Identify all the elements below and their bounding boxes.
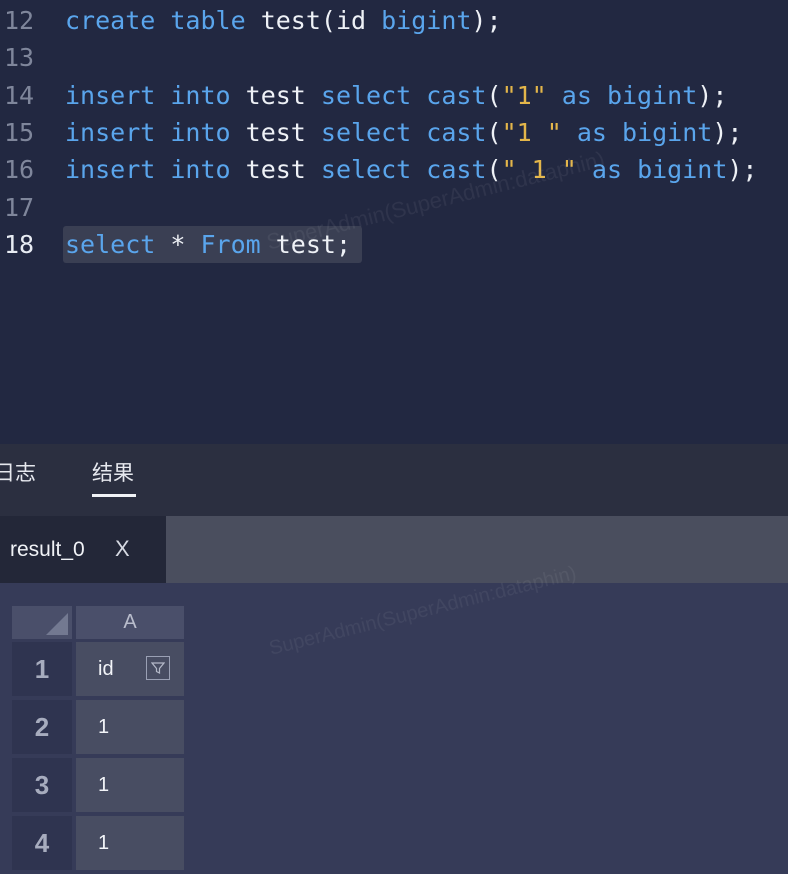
line-number: 13 [4, 43, 35, 73]
identifier-token [547, 81, 562, 110]
keyword-token: table [170, 6, 246, 35]
corner-triangle-icon [46, 613, 68, 635]
line-number: 12 [4, 6, 35, 35]
row-header[interactable]: 4 [12, 816, 72, 870]
identifier-token: ( [486, 80, 502, 110]
output-tab-bar: 日志 结果 [0, 444, 788, 516]
active-tab-indicator [92, 494, 136, 497]
keyword-token: into [170, 117, 231, 147]
keyword-token: insert [65, 80, 156, 110]
keyword-token: select [320, 155, 412, 185]
keyword-token: select [65, 229, 156, 259]
code-text: insert into test select cast("1" as bigi… [65, 77, 727, 114]
line-number: 17 [4, 192, 35, 222]
identifier-token: ); [697, 80, 728, 110]
identifier-token [155, 81, 170, 110]
keyword-token: cast [426, 117, 487, 147]
line-number: 14 [4, 80, 35, 110]
tab-log[interactable]: 日志 [0, 458, 36, 490]
keyword-token: From [200, 229, 261, 259]
identifier-token: ); [471, 6, 502, 35]
line-number: 16 [4, 155, 35, 185]
row-header[interactable]: 3 [12, 758, 72, 812]
close-icon[interactable]: X [115, 536, 130, 562]
row-header[interactable]: 1 [12, 642, 72, 696]
keyword-token: select [320, 80, 412, 110]
keyword-token: select [320, 117, 412, 147]
grid-cell[interactable]: 1 [76, 700, 184, 754]
cell-value: id [98, 658, 114, 680]
row-header[interactable]: 2 [12, 700, 72, 754]
select-all-corner[interactable] [12, 606, 72, 639]
identifier-token: test(id [245, 6, 382, 35]
string-token: "1 " [501, 117, 562, 147]
grid-cell[interactable]: 1 [76, 816, 184, 870]
identifier-token [411, 118, 426, 147]
keyword-token: into [170, 155, 231, 185]
identifier-token: test [230, 155, 321, 185]
code-text: insert into test select cast("1 " as big… [65, 114, 742, 151]
keyword-token: create [65, 6, 156, 35]
identifier-token [411, 155, 426, 184]
keyword-token: bigint [637, 155, 728, 185]
line-number: 15 [4, 117, 35, 147]
keyword-token: insert [65, 155, 156, 185]
identifier-token: * [155, 229, 201, 259]
column-header-a[interactable]: A [76, 606, 184, 639]
keyword-token: bigint [381, 6, 472, 35]
tab-results[interactable]: 结果 [92, 458, 134, 490]
identifier-token [155, 6, 170, 35]
keyword-token: bigint [622, 117, 713, 147]
identifier-token: ( [486, 117, 502, 147]
identifier-token: test [230, 80, 321, 110]
identifier-token: test [230, 117, 321, 147]
keyword-token: bigint [606, 80, 698, 110]
identifier-token [592, 81, 607, 110]
keyword-token: as [576, 117, 607, 147]
identifier-token: ); [727, 155, 758, 185]
identifier-token [622, 155, 637, 184]
identifier-token: ); [712, 117, 743, 147]
keyword-token: cast [426, 80, 487, 110]
grid-cell-header[interactable]: id [76, 642, 184, 696]
identifier-token [411, 81, 426, 110]
result-tab[interactable]: result_0 X [0, 516, 166, 583]
grid-cell[interactable]: 1 [76, 758, 184, 812]
keyword-token: insert [65, 117, 156, 147]
filter-icon[interactable] [146, 656, 170, 680]
line-number: 18 [4, 229, 35, 259]
result-tab-label: result_0 [10, 538, 85, 561]
identifier-token [155, 155, 170, 184]
identifier-token [607, 118, 622, 147]
string-token: "1" [501, 80, 547, 110]
identifier-token [155, 118, 170, 147]
keyword-token: into [170, 80, 231, 110]
identifier-token [562, 118, 577, 147]
keyword-token: as [561, 80, 592, 110]
code-text: insert into test select cast(" 1 " as bi… [65, 151, 757, 188]
code-text: create table test(id bigint); [65, 2, 502, 39]
